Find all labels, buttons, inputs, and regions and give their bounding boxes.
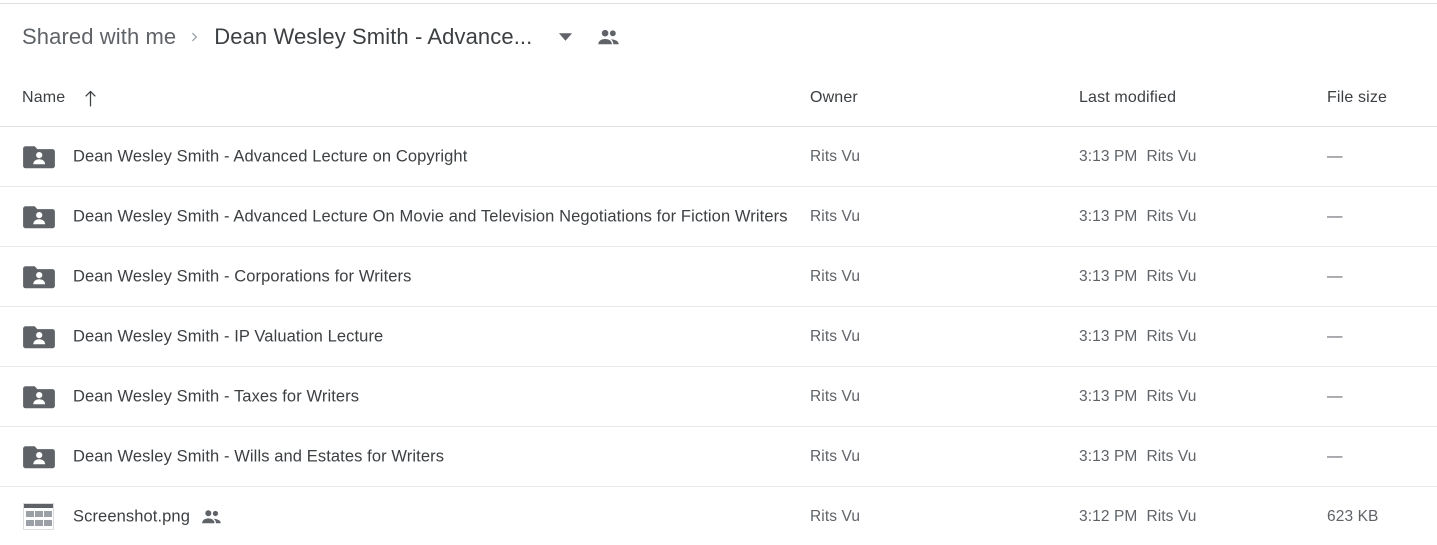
file-size-cell: —	[1327, 447, 1343, 465]
table-row[interactable]: Dean Wesley Smith - IP Valuation Lecture…	[0, 307, 1437, 367]
last-modified-cell: 3:12 PM Rits Vu	[1079, 508, 1197, 526]
shared-folder-icon	[23, 142, 55, 172]
last-modified-cell: 3:13 PM Rits Vu	[1079, 148, 1197, 166]
owner-cell: Rits Vu	[810, 207, 861, 225]
modified-time: 3:13 PM	[1079, 147, 1138, 165]
column-header-file-size[interactable]: File size	[1327, 70, 1387, 126]
last-modified-cell: 3:13 PM Rits Vu	[1079, 448, 1197, 466]
file-size-cell: —	[1327, 147, 1343, 165]
modified-time: 3:13 PM	[1079, 387, 1138, 405]
column-header-name[interactable]: Name	[22, 70, 101, 126]
table-row[interactable]: Dean Wesley Smith - Corporations for Wri…	[0, 247, 1437, 307]
modified-by: Rits Vu	[1146, 387, 1197, 405]
modified-by: Rits Vu	[1146, 507, 1197, 525]
modified-by: Rits Vu	[1146, 147, 1197, 165]
column-header-last-modified-label: Last modified	[1079, 89, 1177, 106]
owner-cell: Rits Vu	[810, 387, 861, 405]
modified-time: 3:13 PM	[1079, 327, 1138, 345]
file-name-label: Dean Wesley Smith - Advanced Lecture on …	[73, 147, 468, 165]
table-row[interactable]: Dean Wesley Smith - Advanced Lecture On …	[0, 187, 1437, 247]
modified-time: 3:13 PM	[1079, 207, 1138, 225]
file-name-label: Dean Wesley Smith - IP Valuation Lecture	[73, 327, 384, 345]
table-row[interactable]: Dean Wesley Smith - Wills and Estates fo…	[0, 427, 1437, 487]
file-name-label: Dean Wesley Smith - Advanced Lecture On …	[73, 207, 788, 225]
breadcrumb: Shared with me Dean Wesley Smith - Advan…	[0, 4, 1437, 70]
file-size-cell: 623 KB	[1327, 507, 1379, 525]
file-name-cell[interactable]: Dean Wesley Smith - Advanced Lecture on …	[73, 147, 467, 166]
column-header-name-label: Name	[22, 89, 66, 106]
file-name-cell[interactable]: Screenshot.png	[73, 506, 222, 527]
column-header-file-size-label: File size	[1327, 89, 1388, 106]
owner-cell: Rits Vu	[810, 267, 861, 285]
file-name-cell[interactable]: Dean Wesley Smith - Corporations for Wri…	[73, 267, 411, 286]
last-modified-cell: 3:13 PM Rits Vu	[1079, 268, 1197, 286]
table-row[interactable]: Screenshot.png Rits Vu 3:12 PM Rits Vu 623 K…	[0, 487, 1437, 545]
file-list: Dean Wesley Smith - Advanced Lecture on …	[0, 127, 1437, 545]
file-name-label: Dean Wesley Smith - Corporations for Wri…	[73, 267, 412, 285]
column-header-row: Name Owner Last modified File size	[0, 70, 1437, 127]
file-name-cell[interactable]: Dean Wesley Smith - IP Valuation Lecture	[73, 327, 383, 346]
table-row[interactable]: Dean Wesley Smith - Advanced Lecture on …	[0, 127, 1437, 187]
modified-by: Rits Vu	[1146, 267, 1197, 285]
modified-by: Rits Vu	[1146, 327, 1197, 345]
breadcrumb-item-shared-with-me[interactable]: Shared with me	[22, 23, 176, 51]
file-name-cell[interactable]: Dean Wesley Smith - Advanced Lecture On …	[73, 207, 788, 226]
breadcrumb-item-current-folder[interactable]: Dean Wesley Smith - Advance...	[214, 23, 532, 51]
arrow-up-icon[interactable]	[79, 87, 101, 109]
file-name-cell[interactable]: Dean Wesley Smith - Taxes for Writers	[73, 387, 359, 406]
modified-time: 3:13 PM	[1079, 447, 1138, 465]
column-header-last-modified[interactable]: Last modified	[1079, 70, 1176, 126]
owner-cell: Rits Vu	[810, 147, 861, 165]
shared-folder-icon	[23, 382, 55, 412]
caret-down-icon[interactable]	[548, 20, 582, 54]
chevron-right-icon	[182, 28, 208, 46]
image-thumbnail-icon	[23, 502, 55, 532]
shared-folder-icon	[23, 202, 55, 232]
owner-cell: Rits Vu	[810, 447, 861, 465]
column-header-owner-label: Owner	[810, 89, 858, 106]
last-modified-cell: 3:13 PM Rits Vu	[1079, 328, 1197, 346]
modified-time: 3:12 PM	[1079, 507, 1138, 525]
file-size-cell: —	[1327, 267, 1343, 285]
file-name-label: Dean Wesley Smith - Taxes for Writers	[73, 387, 360, 405]
shared-folder-icon	[23, 322, 55, 352]
shared-folder-icon	[23, 442, 55, 472]
modified-time: 3:13 PM	[1079, 267, 1138, 285]
owner-cell: Rits Vu	[810, 507, 861, 525]
modified-by: Rits Vu	[1146, 447, 1197, 465]
modified-by: Rits Vu	[1146, 207, 1197, 225]
shared-folder-icon	[23, 262, 55, 292]
table-row[interactable]: Dean Wesley Smith - Taxes for Writers Rit…	[0, 367, 1437, 427]
file-name-label: Dean Wesley Smith - Wills and Estates fo…	[73, 447, 445, 465]
drive-file-list-page: Shared with me Dean Wesley Smith - Advan…	[0, 0, 1437, 545]
people-shared-icon[interactable]	[592, 21, 624, 53]
owner-cell: Rits Vu	[810, 327, 861, 345]
file-size-cell: —	[1327, 387, 1343, 405]
file-size-cell: —	[1327, 327, 1343, 345]
file-name-label: Screenshot.png	[73, 507, 190, 525]
last-modified-cell: 3:13 PM Rits Vu	[1079, 388, 1197, 406]
column-header-owner[interactable]: Owner	[810, 70, 858, 126]
file-name-cell[interactable]: Dean Wesley Smith - Wills and Estates fo…	[73, 447, 444, 466]
file-size-cell: —	[1327, 207, 1343, 225]
last-modified-cell: 3:13 PM Rits Vu	[1079, 208, 1197, 226]
people-shared-icon	[201, 506, 222, 527]
